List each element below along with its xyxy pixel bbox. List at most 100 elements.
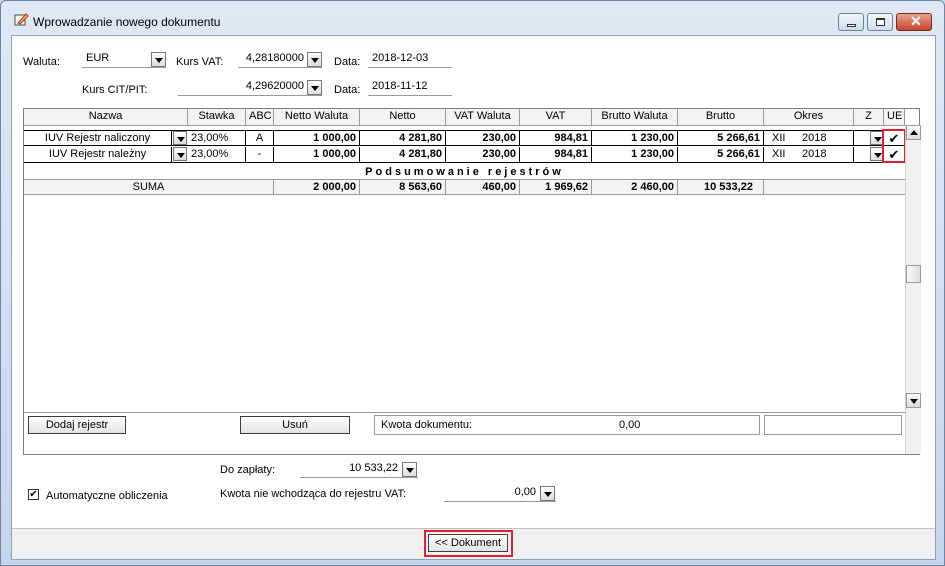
row-stawka: 23,00% — [188, 131, 246, 145]
col-abc[interactable]: ABC — [246, 109, 274, 125]
minimize-icon — [847, 24, 856, 27]
data2-label: Data: — [334, 84, 361, 96]
row-abc: A — [246, 131, 274, 145]
row-netto-waluta: 1 000,00 — [274, 131, 360, 145]
window-title: Wprowadzanie nowego dokumentu — [33, 15, 221, 29]
close-button[interactable]: ✕ — [896, 13, 932, 31]
maximize-icon — [876, 18, 885, 26]
status-box — [764, 415, 902, 435]
row-okres-month: XII — [772, 132, 786, 144]
sum-vat-waluta: 460,00 — [446, 180, 520, 194]
kurs-cit-value: 4,29620000 — [245, 80, 304, 92]
grid-scrollbar[interactable] — [905, 125, 921, 454]
waluta-dropdown-icon[interactable] — [151, 52, 166, 67]
sum-netto: 8 563,60 — [360, 180, 446, 194]
sum-label: SUMA — [24, 180, 274, 194]
waluta-value: EUR — [86, 52, 110, 64]
kwota-nie-value: 0,00 — [514, 486, 536, 498]
col-ue[interactable]: UE — [884, 109, 905, 125]
col-stawka[interactable]: Stawka — [188, 109, 246, 125]
row-okres-year: 2018 — [794, 147, 854, 162]
add-register-button[interactable]: Dodaj rejestr — [28, 416, 126, 434]
summary-title: Podsumowanie rejestrów — [365, 166, 564, 178]
col-netto-waluta[interactable]: Netto Waluta — [274, 109, 360, 125]
col-nazwa[interactable]: Nazwa — [24, 109, 188, 125]
data1-value: 2018-12-03 — [372, 52, 429, 64]
footer-bar: << Dokument — [12, 528, 935, 559]
table-row[interactable]: IUV Rejestr należny 23,00% - 1 000,00 4 … — [24, 147, 905, 163]
do-zaplaty-field[interactable]: 10 533,22 — [300, 460, 418, 478]
row-nazwa: IUV Rejestr naliczony — [24, 131, 172, 145]
col-z[interactable]: Z — [854, 109, 884, 125]
kwota-dokumentu-box: Kwota dokumentu: 0,00 — [374, 415, 760, 435]
document-edit-icon — [14, 13, 29, 26]
row-brutto-waluta: 1 230,00 — [592, 131, 678, 145]
kwota-dokumentu-label: Kwota dokumentu: — [381, 419, 473, 431]
kurs-vat-value: 4,28180000 — [245, 52, 304, 64]
row-brutto: 5 266,61 — [678, 131, 764, 145]
scroll-up-icon[interactable] — [906, 125, 921, 140]
row-brutto-waluta: 1 230,00 — [592, 147, 678, 162]
scroll-down-icon[interactable] — [906, 393, 921, 408]
remove-register-button[interactable]: Usuń — [240, 416, 350, 434]
row-vat-waluta: 230,00 — [446, 147, 520, 162]
minimize-button[interactable] — [838, 13, 864, 31]
col-vat[interactable]: VAT — [520, 109, 592, 125]
auto-checkbox[interactable]: ✔ — [28, 489, 39, 500]
dokument-highlight — [424, 530, 513, 557]
data2-field[interactable]: 2018-11-12 — [368, 78, 452, 96]
row-netto: 4 281,80 — [360, 147, 446, 162]
sum-brutto: 10 533,22 — [678, 180, 764, 194]
waluta-label: Waluta: — [23, 56, 60, 68]
checkmark-icon: ✔ — [29, 489, 38, 500]
main-window: Wprowadzanie nowego dokumentu ✕ Waluta: … — [0, 0, 945, 566]
col-netto[interactable]: Netto — [360, 109, 446, 125]
do-zaplaty-label: Do zapłaty: — [220, 464, 276, 476]
row-okres-month: XII — [772, 148, 786, 160]
kurs-cit-field[interactable]: 4,29620000 — [178, 78, 322, 96]
col-brutto-waluta[interactable]: Brutto Waluta — [592, 109, 678, 125]
col-brutto[interactable]: Brutto — [678, 109, 764, 125]
sum-row: SUMA 2 000,00 8 563,60 460,00 1 969,62 2… — [24, 179, 905, 195]
row-vat-waluta: 230,00 — [446, 131, 520, 145]
row-okres-year: 2018 — [794, 131, 854, 145]
sum-brutto-waluta: 2 460,00 — [592, 180, 678, 194]
row-netto: 4 281,80 — [360, 131, 446, 145]
row-netto-waluta: 1 000,00 — [274, 147, 360, 162]
row-vat: 984,81 — [520, 147, 592, 162]
data2-value: 2018-11-12 — [372, 80, 428, 92]
kwota-nie-label: Kwota nie wchodząca do rejestru VAT: — [220, 488, 407, 500]
row-brutto: 5 266,61 — [678, 147, 764, 162]
scroll-thumb[interactable] — [906, 265, 921, 283]
kurs-vat-label: Kurs VAT: — [176, 56, 224, 68]
data1-label: Data: — [334, 56, 361, 68]
table-row[interactable]: IUV Rejestr naliczony 23,00% A 1 000,00 … — [24, 130, 905, 146]
grid-bottom-bar: Dodaj rejestr Usuń Kwota dokumentu: 0,00 — [24, 412, 905, 435]
kwota-nie-dropdown-icon[interactable] — [540, 486, 555, 501]
row-abc: - — [246, 147, 274, 162]
row-nazwa: IUV Rejestr należny — [24, 147, 172, 162]
client-area: Waluta: EUR Kurs VAT: 4,28180000 Data: 2… — [11, 35, 936, 560]
close-icon: ✕ — [910, 13, 922, 29]
col-vat-waluta[interactable]: VAT Waluta — [446, 109, 520, 125]
kwota-dokumentu-value: 0,00 — [619, 419, 641, 431]
do-zaplaty-dropdown-icon[interactable] — [402, 462, 417, 477]
sum-vat: 1 969,62 — [520, 180, 592, 194]
nazwa-dropdown-icon[interactable] — [173, 131, 187, 145]
grid-header: Nazwa Stawka ABC Netto Waluta Netto VAT … — [24, 109, 905, 126]
kurs-cit-dropdown-icon[interactable] — [307, 80, 322, 95]
kurs-vat-dropdown-icon[interactable] — [307, 52, 322, 67]
sum-netto-waluta: 2 000,00 — [274, 180, 360, 194]
maximize-button[interactable] — [867, 13, 893, 31]
nazwa-dropdown-icon[interactable] — [173, 147, 187, 161]
row-vat: 984,81 — [520, 131, 592, 145]
col-okres[interactable]: Okres — [764, 109, 854, 125]
register-grid: Nazwa Stawka ABC Netto Waluta Netto VAT … — [23, 108, 921, 455]
title-bar: Wprowadzanie nowego dokumentu ✕ — [1, 1, 944, 35]
kurs-cit-label: Kurs CIT/PIT: — [82, 84, 148, 96]
data1-field[interactable]: 2018-12-03 — [368, 50, 452, 68]
do-zaplaty-value: 10 533,22 — [349, 462, 398, 474]
ue-highlight — [882, 129, 906, 163]
auto-label: Automatyczne obliczenia — [46, 490, 168, 502]
row-stawka: 23,00% — [188, 147, 246, 162]
